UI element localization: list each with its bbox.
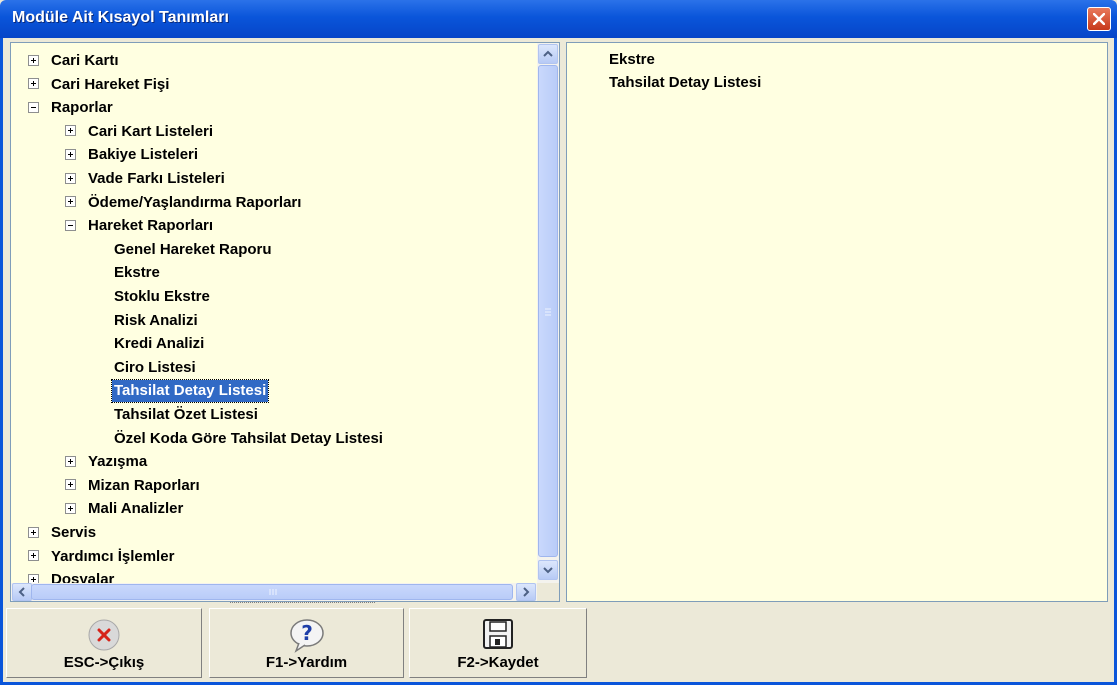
tree-node[interactable]: Bakiye Listeleri [65, 144, 200, 166]
tree-node[interactable]: Mali Analizler [65, 498, 185, 520]
expand-icon[interactable] [28, 78, 39, 90]
tree-node-label: Ödeme/Yaşlandırma Raporları [88, 193, 302, 211]
tree-node[interactable]: Vade Farkı Listeleri [65, 168, 227, 190]
module-tree-panel: Cari Kartı Cari Hareket Fişi Raporlar Cari … [10, 42, 560, 602]
expand-icon[interactable] [28, 526, 39, 538]
tree-node[interactable]: Raporlar [28, 97, 115, 119]
tree-node[interactable]: Cari Hareket Fişi [28, 74, 171, 96]
tree-node[interactable]: Kredi Analizi [112, 333, 206, 355]
horizontal-scroll-thumb[interactable] [31, 584, 513, 600]
tree-node-label: Stoklu Ekstre [114, 288, 210, 306]
tree-node-label: Hareket Raporları [88, 217, 214, 235]
vertical-scroll-thumb[interactable] [538, 65, 558, 557]
collapse-icon[interactable] [28, 101, 39, 113]
tree-node-label: Servis [51, 524, 97, 542]
button-bar: ESC->Çıkış ? F1->Yardım F2->Kaydet [6, 606, 1110, 680]
vertical-scrollbar[interactable] [537, 43, 559, 583]
expand-icon[interactable] [28, 573, 39, 583]
tree-node[interactable]: Tahsilat Özet Listesi [112, 404, 260, 426]
tree-node[interactable]: Risk Analizi [112, 310, 200, 332]
tree-node-label: Bakiye Listeleri [88, 146, 199, 164]
save-button[interactable]: F2->Kaydet [409, 608, 587, 678]
tree-node-label: Vade Farkı Listeleri [88, 170, 225, 188]
expand-icon[interactable] [28, 550, 39, 562]
expand-icon[interactable] [65, 196, 76, 208]
panel-splitter[interactable] [230, 602, 375, 604]
close-icon [1093, 13, 1105, 25]
tree-node-label: Cari Kart Listeleri [88, 122, 214, 140]
expand-icon[interactable] [28, 54, 39, 66]
title-bar[interactable]: Modüle Ait Kısayol Tanımları [0, 0, 1117, 38]
tree-node-label: Yardımcı İşlemler [51, 547, 175, 565]
tree-node-label: Mali Analizler [88, 500, 184, 518]
tree-node[interactable]: Ciro Listesi [112, 357, 198, 379]
svg-text:?: ? [301, 621, 313, 645]
tree-node-label: Cari Kartı [51, 52, 119, 70]
tree-node[interactable]: Stoklu Ekstre [112, 286, 212, 308]
help-icon: ? [289, 619, 324, 653]
tree-node-label: Ciro Listesi [114, 358, 196, 376]
tree-node-label: Ekstre [114, 264, 160, 282]
arrow-down-icon [543, 567, 553, 574]
floppy-disk-icon [483, 619, 513, 649]
save-button-label: F2->Kaydet [457, 654, 539, 671]
tree-node[interactable]: Genel Hareket Raporu [112, 239, 274, 261]
tree-node[interactable]: Özel Koda Göre Tahsilat Detay Listesi [112, 428, 385, 450]
tree-node[interactable]: Yazışma [65, 451, 149, 473]
tree-node-label: Kredi Analizi [114, 335, 205, 353]
tree-node[interactable]: Yardımcı İşlemler [28, 546, 176, 568]
tree-node-label: Raporlar [51, 99, 113, 117]
tree-node[interactable]: Tahsilat Detay Listesi [110, 379, 270, 404]
tree-node[interactable]: Ödeme/Yaşlandırma Raporları [65, 192, 303, 214]
tree-node[interactable]: Cari Kartı [28, 50, 121, 72]
tree-node-label: Mizan Raporları [88, 476, 200, 494]
help-button-label: F1->Yardım [265, 654, 348, 671]
scroll-right-button[interactable] [516, 583, 536, 601]
shortcut-item[interactable]: Tahsilat Detay Listesi [609, 74, 761, 91]
scrollbar-corner [537, 583, 559, 601]
shortcut-list-panel: Ekstre Tahsilat Detay Listesi [566, 42, 1108, 602]
arrow-right-icon [523, 587, 530, 597]
grip-icon [269, 589, 277, 595]
tree-node-label: Yazışma [88, 453, 148, 471]
tree-node-label: Tahsilat Detay Listesi [110, 379, 270, 404]
tree-node-label: Dosyalar [51, 571, 115, 583]
close-button[interactable] [1087, 7, 1111, 31]
shortcut-item[interactable]: Ekstre [609, 51, 655, 68]
expand-icon[interactable] [65, 148, 76, 160]
expand-icon[interactable] [65, 455, 76, 467]
expand-icon[interactable] [65, 502, 76, 514]
tree-node[interactable]: Mizan Raporları [65, 475, 202, 497]
horizontal-scrollbar[interactable] [11, 583, 537, 601]
tree-node[interactable]: Cari Kart Listeleri [65, 121, 215, 143]
arrow-left-icon [18, 587, 25, 597]
tree-node[interactable]: Ekstre [112, 262, 162, 284]
expand-icon[interactable] [65, 172, 76, 184]
tree-node[interactable]: Servis [28, 522, 98, 544]
expand-icon[interactable] [65, 125, 76, 137]
tree-node-label: Genel Hareket Raporu [114, 240, 272, 258]
exit-button[interactable]: ESC->Çıkış [6, 608, 202, 678]
arrow-up-icon [543, 50, 553, 57]
expand-icon[interactable] [65, 479, 76, 491]
scroll-up-button[interactable] [538, 44, 558, 64]
x-circle-icon [88, 619, 120, 651]
tree-node[interactable]: Dosyalar [28, 569, 116, 583]
scroll-down-button[interactable] [538, 560, 558, 580]
exit-button-label: ESC->Çıkış [63, 654, 145, 671]
tree-node[interactable]: Hareket Raporları [65, 215, 215, 237]
scroll-left-button[interactable] [12, 583, 32, 601]
collapse-icon[interactable] [65, 219, 76, 231]
tree-node-label: Risk Analizi [114, 311, 198, 329]
tree-node-label: Tahsilat Özet Listesi [114, 406, 258, 424]
tree-node-label: Cari Hareket Fişi [51, 75, 170, 93]
window-title: Modüle Ait Kısayol Tanımları [12, 9, 229, 26]
tree-node-label: Özel Koda Göre Tahsilat Detay Listesi [114, 429, 383, 447]
grip-icon [545, 308, 551, 316]
help-button[interactable]: ? F1->Yardım [209, 608, 404, 678]
module-tree: Cari Kartı Cari Hareket Fişi Raporlar Cari … [11, 43, 537, 583]
